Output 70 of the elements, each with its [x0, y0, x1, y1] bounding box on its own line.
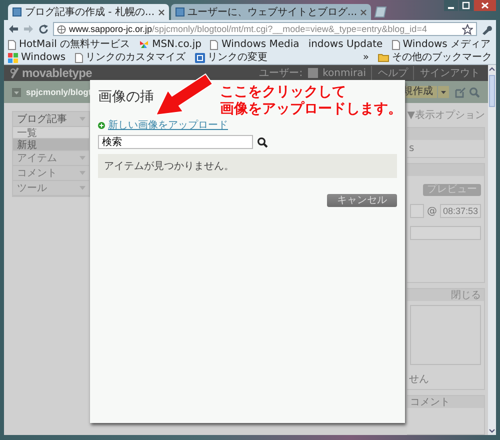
bookmark[interactable]: リンクの変更 — [194, 51, 268, 64]
search-field[interactable]: 検索 — [98, 135, 253, 149]
cancel-button[interactable]: キャンセル — [327, 194, 397, 207]
star-icon[interactable] — [462, 24, 473, 34]
upload-link[interactable]: 新しい画像をアップロード — [108, 118, 228, 132]
plus-dot-icon — [98, 122, 105, 128]
user-label: ユーザー: — [259, 67, 303, 80]
close-icon[interactable] — [474, 0, 496, 11]
app-icon — [194, 52, 205, 62]
search-icon[interactable] — [257, 136, 268, 148]
reload-icon[interactable] — [38, 24, 49, 34]
caret-icon — [79, 116, 86, 122]
caret-icon — [79, 155, 86, 161]
new-tab-icon[interactable] — [373, 6, 388, 18]
bookmark[interactable]: Windows — [8, 51, 66, 64]
page-icon — [174, 7, 185, 17]
address-bar[interactable]: www.sapporo-jc.or.jp/spjcmonly/blogtool/mt/mt.cgi?__mode=view&_type=entry&blog_id=4 — [53, 22, 477, 36]
caret-icon — [79, 185, 86, 191]
bookmark[interactable]: Windows メディア — [392, 38, 491, 51]
browser-tab[interactable]: ユーザーに、ウェブサイトとブログ... — [170, 4, 372, 20]
dialog-title: 画像の挿 — [98, 88, 154, 107]
close-icon[interactable] — [360, 8, 368, 16]
panel-text: s — [408, 142, 416, 156]
panel-title: コメント — [407, 396, 484, 408]
minimize-icon[interactable] — [444, 0, 458, 11]
page-icon — [8, 40, 16, 50]
blog-menu-icon[interactable] — [12, 88, 21, 96]
menu-item[interactable]: 新規 — [13, 139, 89, 151]
bookmark-folder[interactable]: その他のブックマーク — [378, 51, 492, 64]
wrench-icon[interactable] — [481, 24, 492, 34]
maximize-icon[interactable] — [459, 0, 473, 11]
page-icon — [210, 40, 218, 50]
page-icon — [12, 7, 22, 17]
scrollbar[interactable] — [488, 65, 496, 435]
text-field[interactable] — [410, 226, 481, 240]
windows-flag-icon — [8, 52, 18, 62]
browser-tab[interactable]: ブログ記事の作成 - 札幌の... — [8, 4, 169, 20]
folder-icon — [378, 53, 389, 62]
close-icon[interactable] — [158, 8, 165, 16]
page-icon — [392, 40, 400, 50]
time-field[interactable]: 08:37:53 — [440, 204, 481, 218]
scroll-up-icon[interactable] — [488, 65, 496, 73]
at-sign: @ — [426, 206, 437, 216]
globe-icon — [57, 24, 66, 34]
panel-text: せん — [408, 373, 430, 387]
bookmark[interactable]: リンクのカスタマイズ — [74, 51, 186, 64]
callout-text: ここをクリックして 画像をアップロードします。 — [220, 84, 402, 118]
dropdown-caret-icon[interactable] — [438, 86, 449, 98]
logo-mark-icon — [10, 67, 20, 79]
user-name[interactable]: konmirai — [322, 68, 366, 78]
date-field[interactable] — [410, 204, 424, 218]
bookmark[interactable]: MSN.co.jp — [139, 38, 202, 51]
bookmark[interactable]: HotMail の無料サービス — [8, 38, 130, 51]
scroll-down-icon[interactable] — [488, 427, 496, 435]
scrollbar-thumb[interactable] — [489, 75, 495, 107]
back-arrow-icon[interactable] — [8, 24, 19, 34]
menu-item[interactable]: ツール — [13, 181, 89, 196]
menu-item[interactable]: アイテム — [13, 151, 89, 166]
bookmark-overflow[interactable]: » — [362, 51, 369, 64]
menu-item[interactable]: 一覧 — [13, 127, 89, 139]
empty-message: アイテムが見つかりません。 — [98, 154, 397, 178]
logo-text: movabletype — [22, 66, 92, 80]
avatar-icon — [308, 68, 318, 78]
caret-icon — [79, 170, 86, 176]
bookmark[interactable]: indows Update — [308, 38, 383, 51]
butterfly-icon — [139, 40, 150, 49]
header-link[interactable]: サインアウト — [413, 66, 480, 80]
page-icon — [74, 52, 83, 62]
bookmark[interactable]: Windows Media — [210, 38, 300, 51]
menu-item[interactable]: コメント — [13, 166, 89, 181]
